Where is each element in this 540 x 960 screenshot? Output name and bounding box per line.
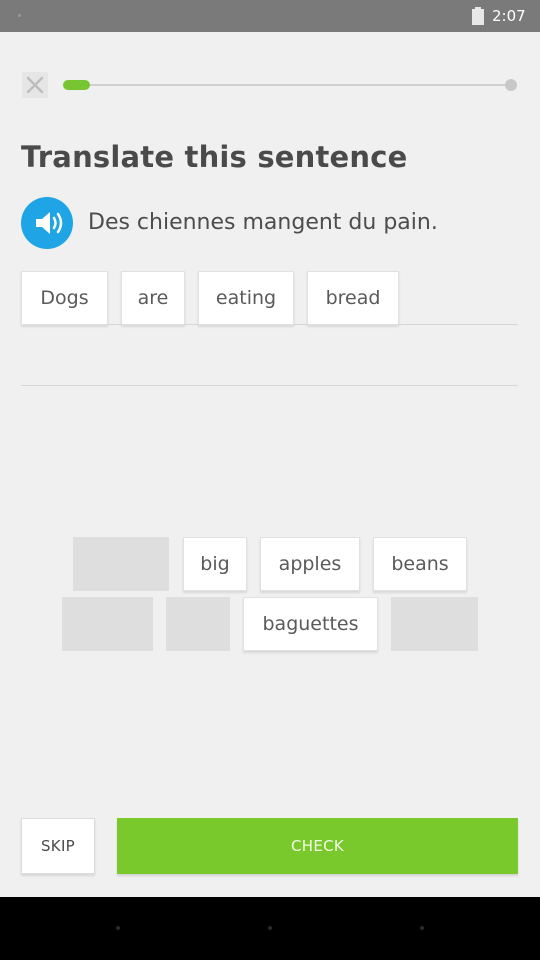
speaker-icon [36, 212, 63, 234]
notification-dot [18, 14, 21, 17]
answer-line-2 [21, 385, 518, 386]
nav-recents-dot[interactable] [420, 926, 424, 930]
status-bar: 2:07 [0, 0, 540, 32]
nav-back-dot[interactable] [116, 926, 120, 930]
battery-icon [472, 7, 484, 25]
page-title: Translate this sentence [21, 140, 408, 174]
check-button[interactable]: CHECK [117, 818, 518, 874]
close-icon [26, 76, 44, 94]
word-bank-tile[interactable]: apples [260, 537, 360, 591]
system-nav-bar [0, 897, 540, 960]
close-button[interactable] [22, 72, 48, 98]
progress-end [505, 79, 517, 91]
answer-tile[interactable]: are [121, 271, 185, 325]
skip-button[interactable]: SKIP [21, 818, 95, 874]
word-bank-tile[interactable]: big [183, 537, 247, 591]
answer-tile[interactable]: Dogs [21, 271, 108, 325]
status-time: 2:07 [492, 7, 526, 25]
word-bank-tile[interactable]: baguettes [243, 597, 378, 651]
play-audio-button[interactable] [21, 197, 73, 249]
empty-word-slot [166, 597, 230, 651]
word-bank-tile[interactable]: beans [373, 537, 467, 591]
nav-home-dot[interactable] [268, 926, 272, 930]
empty-word-slot [73, 537, 169, 591]
empty-word-slot [391, 597, 478, 651]
progress-track [66, 84, 512, 86]
progress-fill [63, 80, 90, 90]
empty-word-slot [62, 597, 153, 651]
source-sentence: Des chiennes mangent du pain. [88, 210, 438, 235]
answer-tile[interactable]: eating [198, 271, 294, 325]
answer-tile[interactable]: bread [307, 271, 399, 325]
